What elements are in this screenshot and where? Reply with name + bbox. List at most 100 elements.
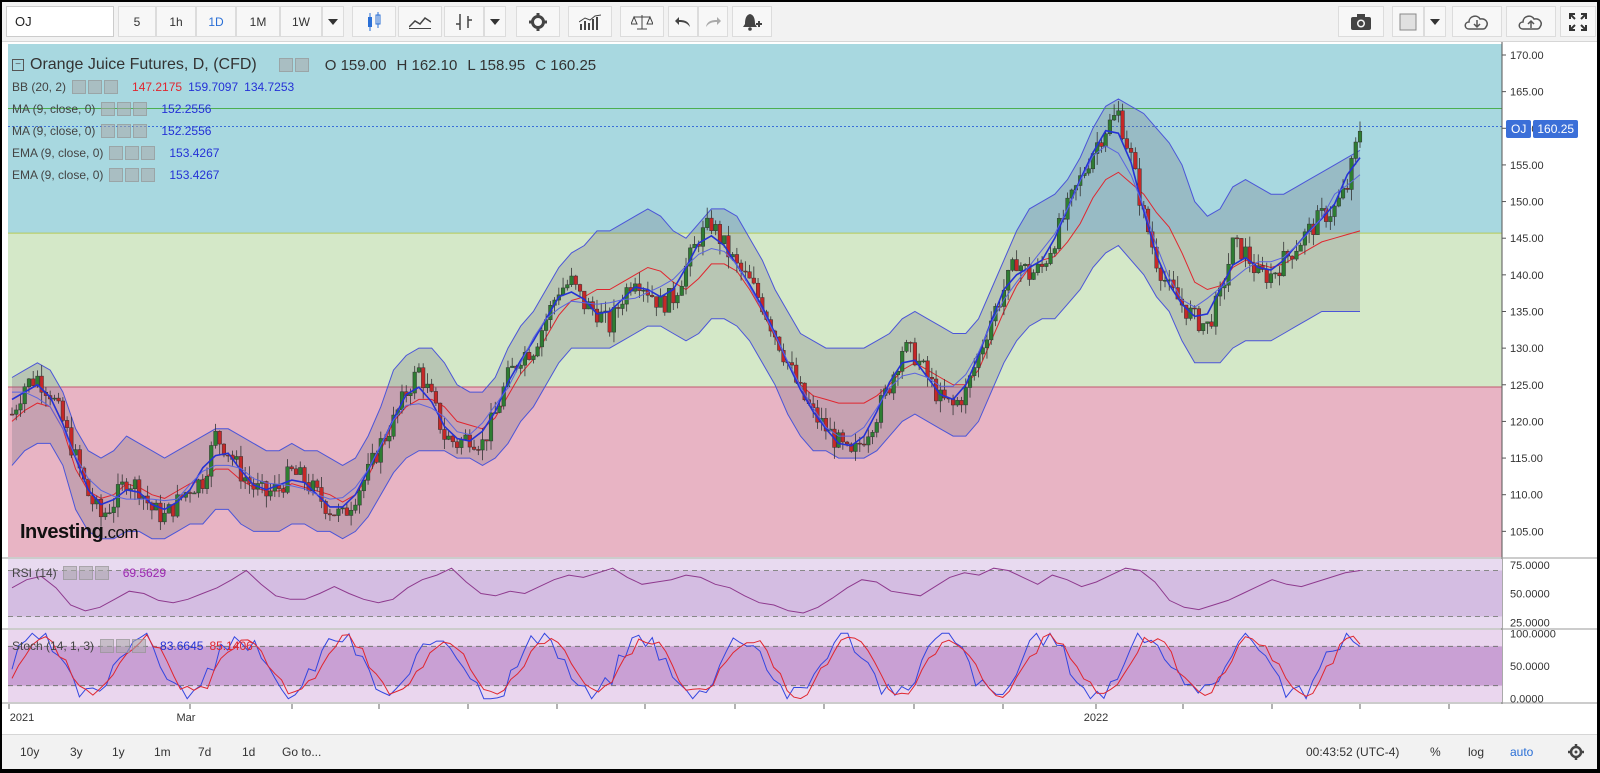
candle-body: [344, 507, 349, 516]
chart-type-chevron-down-icon[interactable]: [484, 6, 506, 37]
candle-body: [531, 355, 536, 360]
candle-body: [1196, 308, 1201, 331]
range-1d-button[interactable]: 1d: [242, 741, 255, 763]
time-axis-bg: [2, 704, 1597, 734]
interval-5-button[interactable]: 5: [118, 6, 156, 37]
interval-1h-button[interactable]: 1h: [156, 6, 196, 37]
candle-body: [1035, 263, 1040, 273]
candle-body: [1205, 321, 1210, 324]
candle-body: [315, 480, 320, 488]
candle-body: [904, 342, 909, 352]
indicator-remove-icon[interactable]: [133, 102, 148, 116]
range-3y-button[interactable]: 3y: [70, 741, 83, 763]
indicator-settings-icon[interactable]: [88, 80, 103, 94]
candle-body: [484, 439, 489, 442]
camera-icon[interactable]: [1338, 6, 1384, 37]
bar-type-icon[interactable]: [444, 6, 484, 37]
candle-body: [107, 512, 112, 514]
indicator-remove-icon[interactable]: [141, 146, 156, 160]
chart-legend-title: − Orange Juice Futures, D, (CFD) O 159.0…: [12, 56, 596, 74]
indicators-icon[interactable]: [568, 6, 612, 37]
indicator-settings-icon[interactable]: [125, 146, 140, 160]
candle-body: [22, 386, 27, 405]
line-chart-icon[interactable]: [398, 6, 442, 37]
interval-1m-button[interactable]: 1M: [236, 6, 280, 37]
candle-body: [1120, 110, 1125, 139]
title-icons: [278, 58, 315, 72]
indicator-legend-row: MA (9, close, 0) 152.2556: [12, 102, 211, 116]
indicator-settings-icon[interactable]: [125, 168, 140, 182]
auto-toggle[interactable]: auto: [1510, 741, 1533, 763]
indicator-visibility-icon[interactable]: [101, 124, 116, 138]
interval-1w-button[interactable]: 1W: [280, 6, 322, 37]
candle-body: [561, 287, 566, 296]
stoch-settings-icon[interactable]: [116, 639, 131, 653]
cloud-upload-icon[interactable]: [1506, 6, 1556, 37]
rsi-remove-icon[interactable]: [94, 566, 109, 580]
candle-body: [480, 439, 485, 451]
candle-body: [497, 405, 502, 413]
alert-bell-icon[interactable]: [732, 6, 772, 37]
candle-body: [14, 409, 19, 415]
indicator-remove-icon[interactable]: [133, 124, 148, 138]
candle-body: [340, 507, 345, 510]
settings-icon[interactable]: [294, 58, 309, 72]
candle-body: [298, 467, 303, 475]
collapse-legend-icon[interactable]: −: [12, 59, 24, 71]
rsi-visibility-icon[interactable]: [62, 566, 77, 580]
indicator-visibility-icon[interactable]: [101, 102, 116, 116]
redo-icon[interactable]: [698, 6, 728, 37]
candle-body: [1133, 152, 1138, 170]
range-10y-button[interactable]: 10y: [20, 741, 39, 763]
candle-body: [450, 435, 455, 443]
indicator-legend-row: BB (20, 2) 147.2175 159.7097 134.7253: [12, 80, 294, 94]
indicator-legend-value: 153.4267: [169, 168, 220, 182]
color-box-icon[interactable]: [1392, 6, 1424, 37]
stoch-visibility-icon[interactable]: [100, 639, 115, 653]
candle-body: [357, 490, 362, 506]
range-7d-button[interactable]: 7d: [198, 741, 211, 763]
stoch-legend-value-d: 85.1406: [209, 639, 253, 653]
cloud-download-icon[interactable]: [1452, 6, 1502, 37]
color-chevron-down-icon[interactable]: [1424, 6, 1446, 37]
candle-body: [1332, 205, 1337, 217]
candle-body: [1040, 263, 1045, 267]
settings-gear-icon[interactable]: [516, 6, 560, 37]
indicator-settings-icon[interactable]: [117, 124, 132, 138]
candle-body: [1031, 272, 1036, 280]
indicator-visibility-icon[interactable]: [109, 146, 124, 160]
range-1y-button[interactable]: 1y: [112, 741, 125, 763]
indicator-visibility-icon[interactable]: [109, 168, 124, 182]
stoch-axis-label: 100.0000: [1510, 628, 1556, 640]
candle-body: [120, 481, 125, 485]
indicator-settings-icon[interactable]: [117, 102, 132, 116]
rsi-axis-label: 75.0000: [1510, 560, 1550, 572]
candle-body: [137, 479, 142, 499]
interval-1d-button[interactable]: 1D: [196, 6, 236, 37]
chart-area[interactable]: 170.00165.00160.00155.00150.00145.00140.…: [2, 42, 1597, 734]
goto-date-button[interactable]: Go to...: [282, 741, 321, 763]
candle-body: [9, 413, 15, 416]
candlestick-icon[interactable]: [352, 6, 396, 37]
indicator-remove-icon[interactable]: [141, 168, 156, 182]
candle-body: [700, 227, 706, 247]
candle-body: [111, 506, 116, 513]
percent-toggle[interactable]: %: [1430, 741, 1441, 763]
gear-icon[interactable]: [1568, 741, 1584, 763]
candle-body: [234, 456, 239, 460]
fullscreen-icon[interactable]: [1560, 6, 1596, 37]
time-axis-label: 2022: [1084, 712, 1108, 724]
indicator-visibility-icon[interactable]: [72, 80, 87, 94]
indicator-remove-icon[interactable]: [104, 80, 119, 94]
symbol-input[interactable]: [6, 6, 114, 37]
stoch-remove-icon[interactable]: [132, 639, 147, 653]
log-toggle[interactable]: log: [1468, 741, 1484, 763]
compare-scale-icon[interactable]: [620, 6, 664, 37]
range-1m-button[interactable]: 1m: [154, 741, 171, 763]
price-chart[interactable]: 170.00165.00160.00155.00150.00145.00140.…: [2, 42, 1597, 734]
interval-dropdown-chevron-down-icon[interactable]: [322, 6, 344, 37]
undo-icon[interactable]: [668, 6, 698, 37]
rsi-settings-icon[interactable]: [78, 566, 93, 580]
visibility-icon[interactable]: [278, 58, 293, 72]
indicator-legend-row: EMA (9, close, 0) 153.4267: [12, 168, 219, 182]
